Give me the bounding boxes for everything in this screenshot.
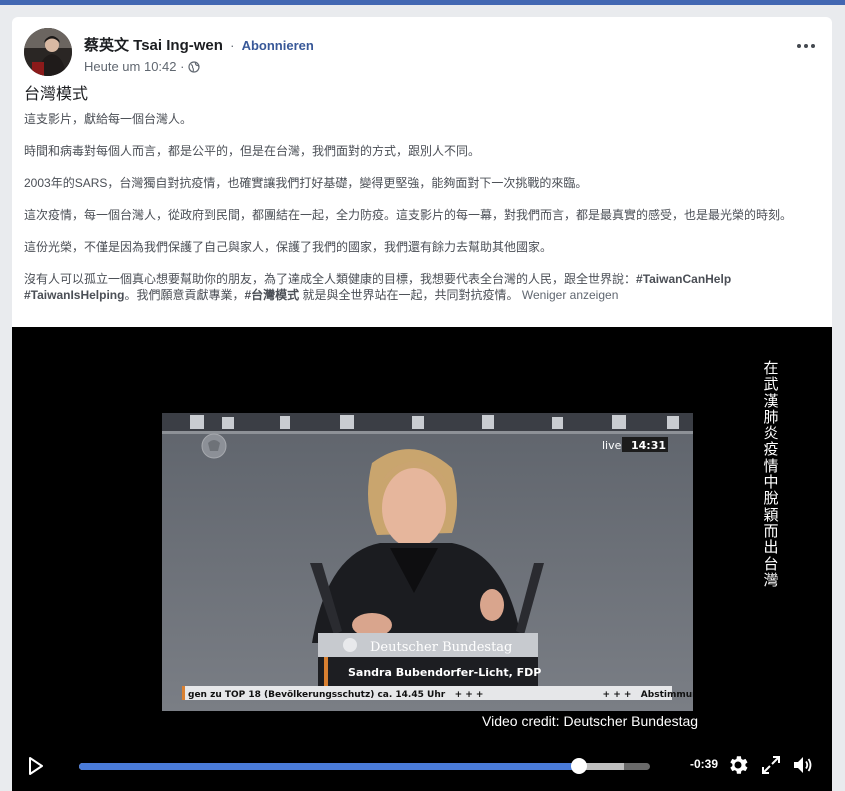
progress-played: [79, 763, 580, 770]
speaker-name: Sandra Bubendorfer-Licht, FDP: [348, 666, 541, 679]
video-player[interactable]: live 14:31 Deutscher Bundestag Sandra Bu…: [12, 327, 832, 791]
post-text: 這支影片，獻給每一個台灣人。 時間和病毒對每個人而言，都是公平的，但是在台灣，我…: [24, 111, 824, 303]
clock-label: 14:31: [631, 439, 666, 452]
post-timestamp[interactable]: Heute um 10:42 ·: [84, 59, 184, 74]
fullscreen-icon[interactable]: [759, 753, 783, 777]
paragraph-text: 就是與全世界站在一起，共同對抗疫情。: [299, 288, 519, 302]
author-name[interactable]: 蔡英文 Tsai Ing-wen: [84, 37, 223, 54]
more-dot: [797, 44, 801, 48]
post-title: 台灣模式: [24, 86, 89, 103]
post-header: 蔡英文 Tsai Ing-wen · Abonnieren Heute um 1…: [24, 28, 820, 78]
scrubber-handle[interactable]: [571, 758, 588, 774]
video-frame: live 14:31 Deutscher Bundestag Sandra Bu…: [162, 413, 693, 711]
more-dot: [811, 44, 815, 48]
top-nav-bar-edge: [0, 0, 845, 5]
hashtag-taiwancanhelp[interactable]: #TaiwanCanHelp: [636, 272, 731, 286]
live-label: live: [602, 439, 622, 452]
paragraph-text: 。我們願意貢獻專業，: [124, 288, 245, 302]
post-paragraph: 時間和病毒對每個人而言，都是公平的，但是在台灣，我們面對的方式，跟別人不同。: [24, 144, 481, 158]
post-paragraph: 這支影片，獻給每一個台灣人。: [24, 112, 193, 126]
follow-button[interactable]: Abonnieren: [242, 38, 314, 53]
post-paragraph: 這份光榮，不僅是因為我們保護了自己與家人，保護了我們的國家，我們還有餘力去幫助其…: [24, 240, 553, 254]
ticker: gen zu TOP 18 (Bevölkerungsschutz) ca. 1…: [188, 690, 693, 700]
progress-bar[interactable]: [79, 763, 650, 770]
play-icon[interactable]: [28, 756, 44, 776]
separator-dot: ·: [230, 38, 235, 53]
paragraph-text: 沒有人可以孤立一個真心想要幫助你的朋友，為了達成全人類健康的目標，我想要代表全台…: [24, 272, 637, 286]
post-paragraph-last: 沒有人可以孤立一個真心想要幫助你的朋友，為了達成全人類健康的目標，我想要代表全台…: [24, 271, 824, 303]
post-paragraph: 這次疫情，每一個台灣人，從政府到民間，都團結在一起，全力防疫。這支影片的每一幕，…: [24, 208, 793, 222]
more-dot: [804, 44, 808, 48]
see-less-link[interactable]: Weniger anzeigen: [522, 288, 619, 302]
vertical-caption: 在武漢肺炎疫情中脫穎而出 台灣: [763, 359, 779, 589]
time-remaining: -0:39: [690, 757, 719, 771]
post-paragraph: 2003年的SARS，台灣獨自對抗疫情，也確實讓我們打好基礎，變得更堅強，能夠面…: [24, 176, 588, 190]
author-line: 蔡英文 Tsai Ing-wen · Abonnieren: [84, 37, 314, 55]
podium-label: Deutscher Bundestag: [370, 640, 512, 655]
avatar[interactable]: [24, 28, 72, 76]
post-card: 蔡英文 Tsai Ing-wen · Abonnieren Heute um 1…: [12, 17, 832, 791]
settings-gear-icon[interactable]: [726, 753, 750, 777]
hashtag-taiwan-model[interactable]: #台灣模式: [244, 288, 299, 302]
video-controls: -0:39: [12, 747, 832, 791]
video-still: live 14:31 Deutscher Bundestag Sandra Bu…: [162, 413, 693, 711]
post-meta: Heute um 10:42 ·: [84, 59, 201, 74]
more-options-icon[interactable]: [794, 38, 818, 54]
globe-icon[interactable]: [188, 60, 201, 73]
volume-icon[interactable]: [791, 753, 815, 777]
hashtag-taiwanishelping[interactable]: #TaiwanIsHelping: [24, 288, 124, 302]
avatar-photo: [24, 28, 72, 76]
video-credit: Video credit: Deutscher Bundestag: [482, 713, 699, 729]
